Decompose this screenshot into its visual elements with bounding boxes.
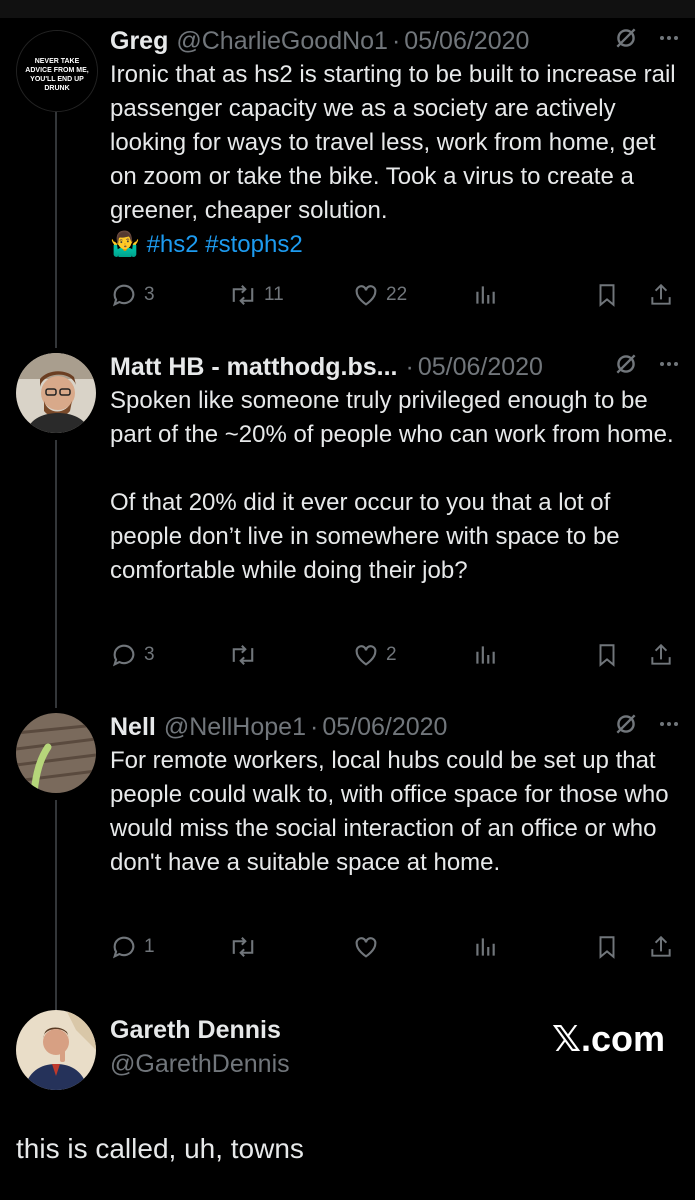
svg-text:YOU'LL END UP: YOU'LL END UP — [30, 76, 84, 83]
svg-text:NEVER TAKE: NEVER TAKE — [35, 58, 80, 65]
separator-dot: · — [309, 712, 319, 741]
like-button[interactable]: 2 — [352, 638, 397, 672]
quote-text: this is called, uh, towns — [16, 1133, 304, 1164]
views-icon — [476, 286, 495, 304]
handle[interactable]: @GarethDennis — [110, 1050, 290, 1079]
share-button[interactable] — [648, 278, 674, 312]
avatar-image — [16, 713, 96, 793]
bookmark-button[interactable] — [594, 278, 620, 312]
tweet-header: Matt HB - matthodg.bs... · 05/06/2020 — [110, 350, 681, 384]
timestamp[interactable]: 05/06/2020 — [418, 353, 543, 382]
retweet-button[interactable] — [228, 930, 264, 964]
share-icon — [651, 643, 671, 665]
views-button[interactable] — [472, 638, 498, 672]
retweet-button[interactable] — [228, 638, 264, 672]
tweet-header: Nell @NellHope1 · 05/06/2020 — [110, 710, 681, 744]
views-icon — [476, 646, 495, 664]
emoji: 🤷‍♂️ — [110, 231, 140, 258]
action-bar: 3 2 — [110, 638, 675, 672]
avatar[interactable] — [16, 1010, 96, 1090]
retweet-icon — [232, 645, 254, 665]
bookmark-icon — [599, 284, 615, 307]
reply-count: 3 — [144, 644, 155, 665]
avatar[interactable] — [16, 713, 96, 793]
timestamp[interactable]: 05/06/2020 — [322, 713, 447, 742]
share-button[interactable] — [648, 930, 674, 964]
top-bar — [0, 0, 695, 18]
bookmark-icon — [599, 644, 615, 667]
avatar[interactable]: NEVER TAKE ADVICE FROM ME, YOU'LL END UP… — [16, 30, 98, 112]
slash-circle-icon[interactable] — [613, 711, 639, 744]
reply-icon — [112, 644, 135, 667]
share-button[interactable] — [648, 638, 674, 672]
like-count: 2 — [386, 644, 397, 665]
reply-button[interactable]: 3 — [110, 638, 155, 672]
reply-button[interactable]: 1 — [110, 930, 155, 964]
display-name[interactable]: Greg — [110, 27, 168, 56]
timestamp[interactable]: 05/06/2020 — [404, 27, 529, 56]
svg-text:ADVICE FROM ME,: ADVICE FROM ME, — [25, 67, 88, 74]
thread-line — [55, 800, 57, 1010]
views-button[interactable] — [472, 278, 498, 312]
views-icon — [476, 938, 495, 956]
display-name[interactable]: Nell — [110, 713, 156, 742]
like-count: 22 — [386, 284, 408, 305]
separator-dot: · — [391, 26, 401, 55]
tweet-header: Greg @CharlieGoodNo1 · 05/06/2020 — [110, 24, 681, 58]
avatar[interactable] — [16, 353, 96, 433]
hashtag-link[interactable]: #hs2 — [147, 231, 199, 258]
reply-icon — [112, 284, 135, 307]
tweet-text: For remote workers, local hubs could be … — [110, 747, 676, 876]
retweet-button[interactable]: 11 — [228, 278, 284, 312]
heart-icon — [355, 645, 377, 666]
slash-circle-icon[interactable] — [613, 351, 639, 384]
thread-line — [55, 440, 57, 708]
avatar-image — [16, 1010, 96, 1090]
handle[interactable]: @NellHope1 — [164, 713, 306, 742]
retweet-icon — [232, 937, 254, 957]
avatar-image: NEVER TAKE ADVICE FROM ME, YOU'LL END UP… — [17, 31, 97, 111]
slash-circle-icon[interactable] — [613, 25, 639, 58]
like-button[interactable]: 22 — [352, 278, 407, 312]
avatar-image — [16, 353, 96, 433]
bookmark-button[interactable] — [594, 638, 620, 672]
retweet-icon — [232, 285, 254, 305]
display-name[interactable]: Gareth Dennis — [110, 1016, 281, 1045]
reply-button[interactable]: 3 — [110, 278, 155, 312]
views-button[interactable] — [472, 930, 498, 964]
handle[interactable]: @CharlieGoodNo1 — [176, 27, 388, 56]
more-icon[interactable] — [657, 26, 681, 57]
separator-dot: · — [405, 352, 414, 381]
hashtag-link[interactable]: #stophs2 — [205, 231, 302, 258]
tweet-text: Spoken like someone truly privileged eno… — [110, 387, 674, 584]
reply-count: 3 — [144, 284, 155, 305]
share-icon — [651, 283, 671, 305]
like-button[interactable] — [352, 930, 386, 964]
bookmark-button[interactable] — [594, 930, 620, 964]
reply-icon — [112, 936, 135, 959]
tweet-text: Ironic that as hs2 is starting to be bui… — [110, 58, 681, 262]
svg-text:DRUNK: DRUNK — [44, 85, 69, 92]
thread-line — [55, 100, 57, 348]
display-name[interactable]: Matt HB - matthodg.bs... — [110, 353, 397, 382]
action-bar: 1 — [110, 930, 675, 964]
reply-count: 1 — [144, 936, 155, 957]
tweet-body: Ironic that as hs2 is starting to be bui… — [110, 61, 683, 224]
more-icon[interactable] — [657, 352, 681, 383]
bookmark-icon — [599, 936, 615, 959]
heart-icon — [355, 937, 377, 958]
heart-icon — [355, 285, 377, 306]
share-icon — [651, 935, 671, 957]
more-icon[interactable] — [657, 712, 681, 743]
retweet-count: 11 — [264, 284, 284, 305]
action-bar: 3 11 22 — [110, 278, 675, 312]
x-logo: 𝕏.com — [551, 1018, 665, 1059]
